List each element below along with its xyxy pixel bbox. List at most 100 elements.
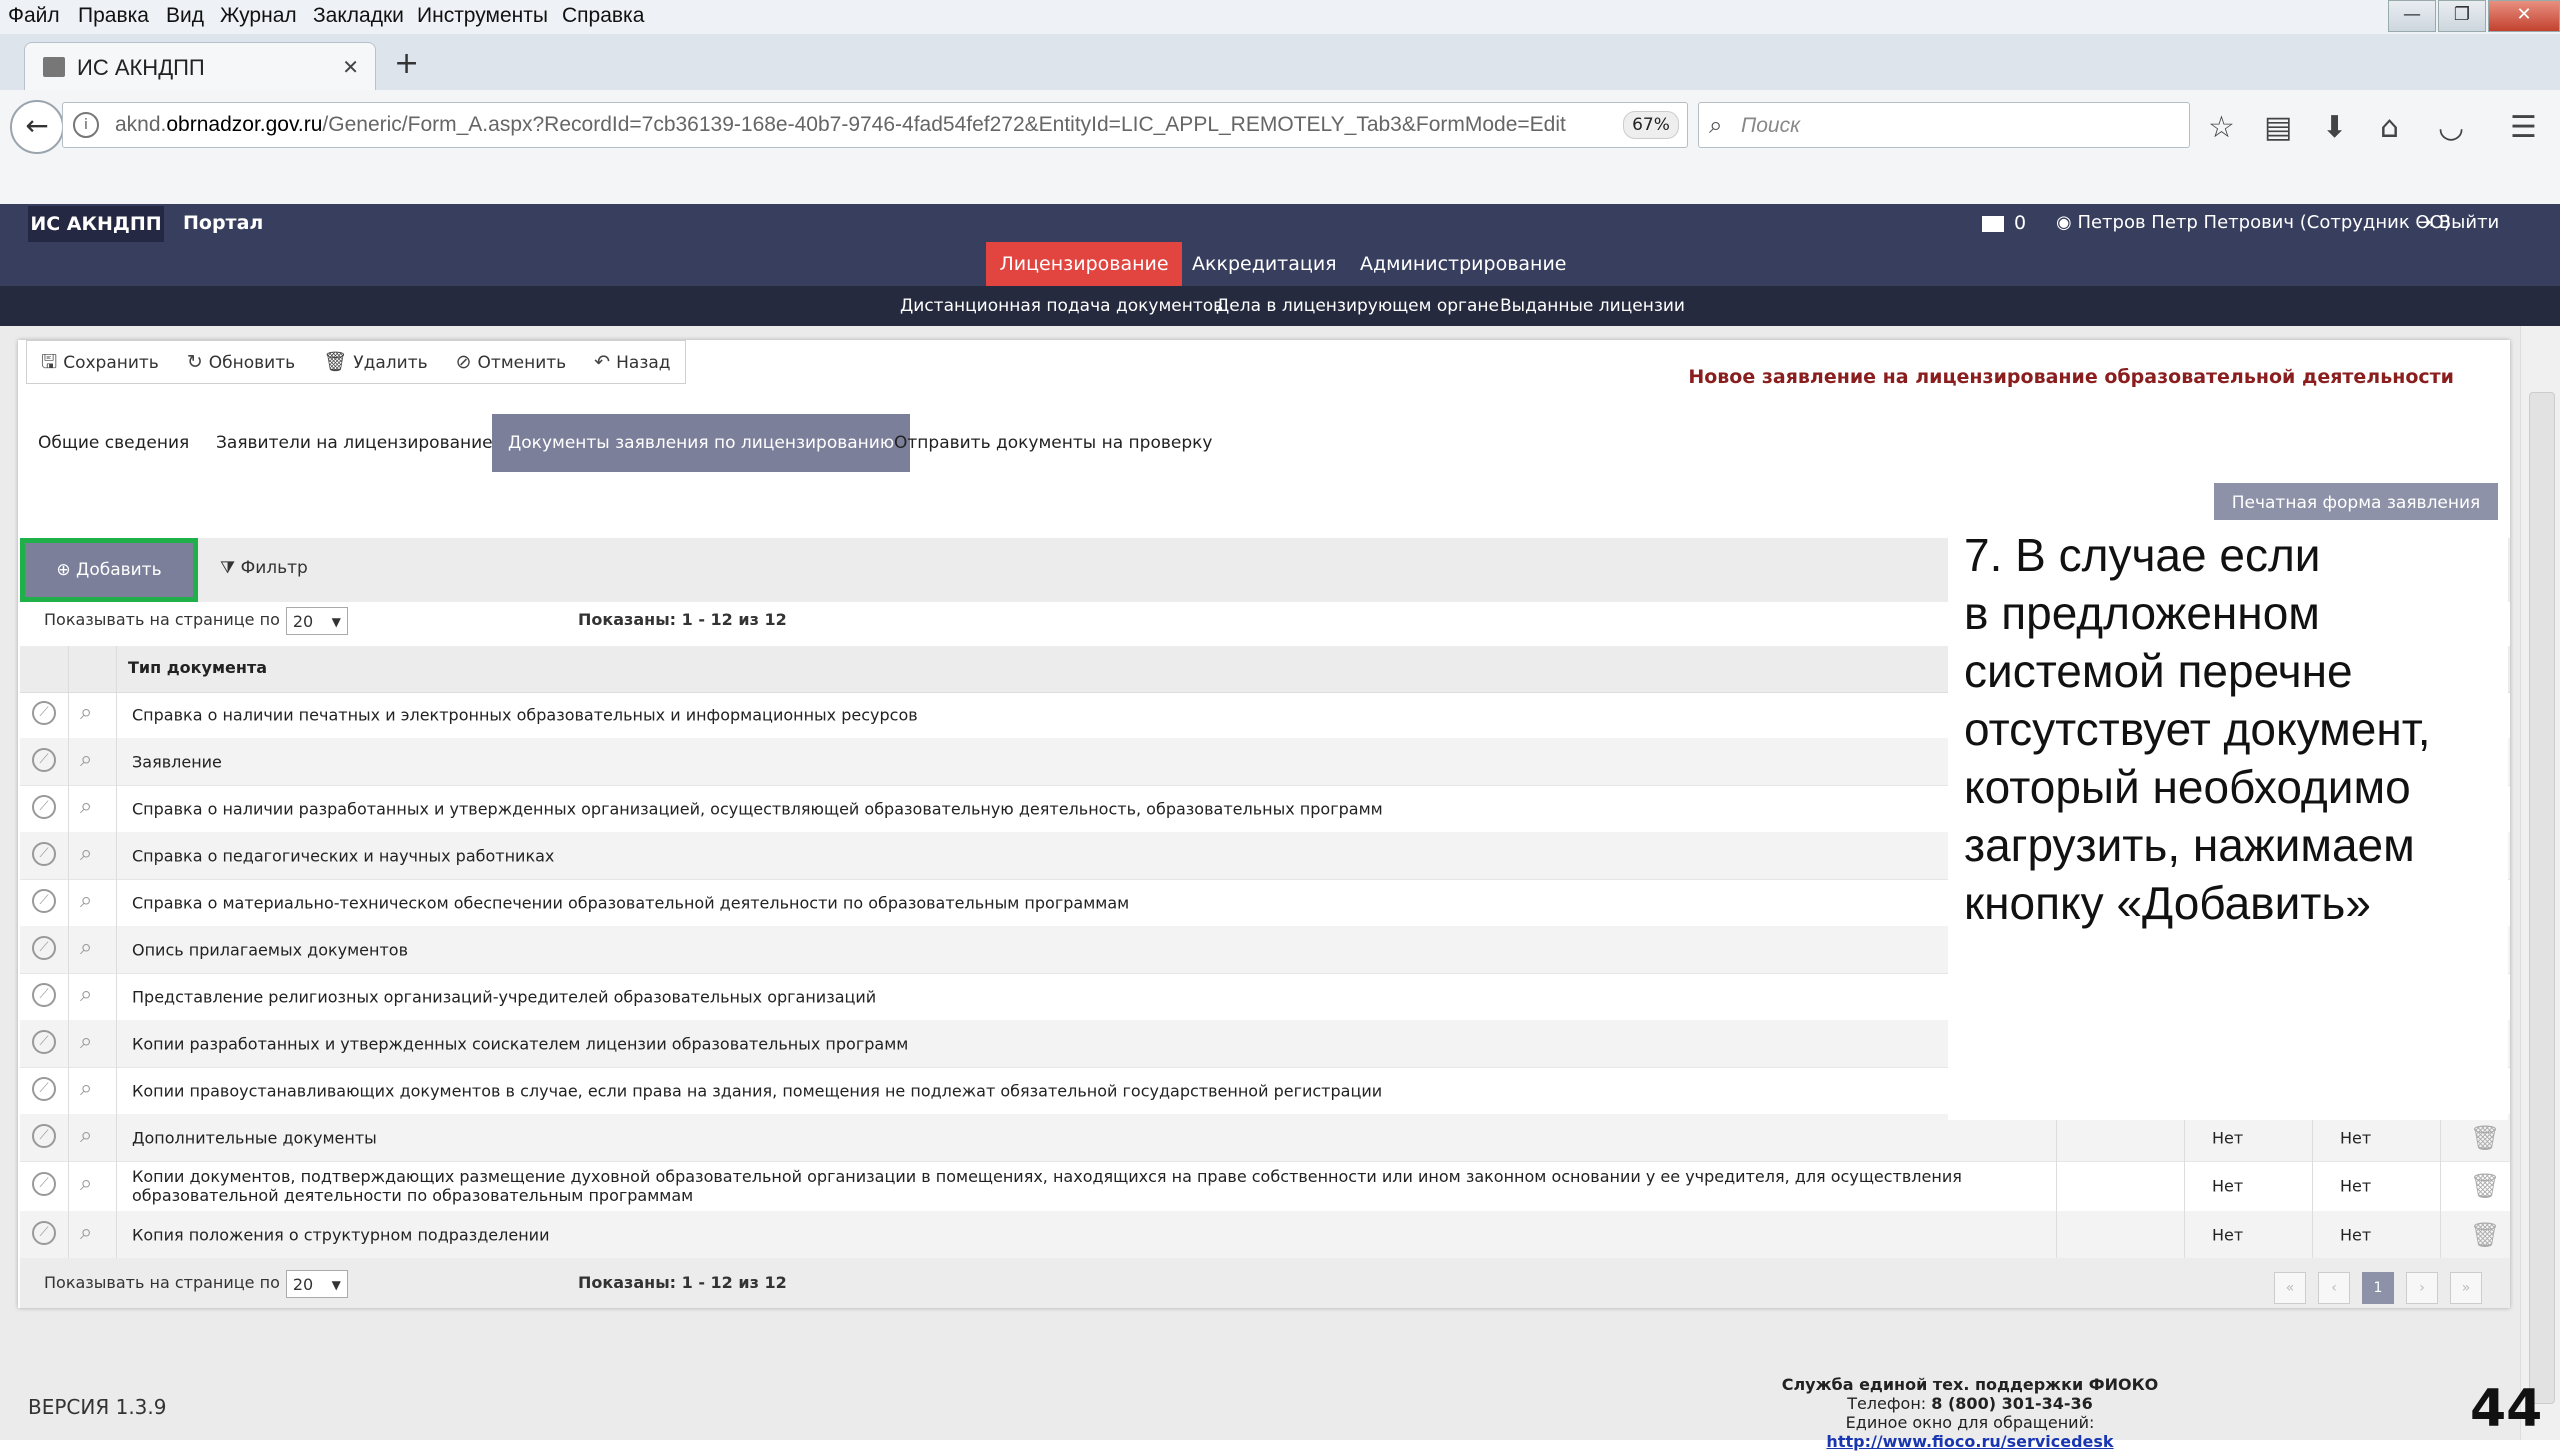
subnav-cases[interactable]: Дела в лицензирующем органе [1216,296,1499,316]
trash-icon[interactable]: 🗑 [2470,1124,2500,1152]
user-icon: ◉ [2056,212,2078,233]
first-page-icon[interactable]: « [2274,1272,2306,1304]
menu-file[interactable]: Файл [8,4,60,28]
undo-icon: ↶ [594,351,611,373]
trash-icon[interactable]: 🗑 [2470,1172,2500,1200]
edit-icon[interactable]: ⟋ [32,1220,56,1245]
save-button[interactable]: 🖫 Сохранить [27,341,173,383]
next-page-icon[interactable]: › [2406,1272,2438,1304]
page-scrollbar[interactable] [2520,326,2560,1440]
shown-count-bottom: Показаны: 1 - 12 из 12 [578,1273,787,1292]
tab-documents[interactable]: Документы заявления по лицензированию [492,414,911,472]
edit-icon[interactable]: ⟋ [32,888,56,913]
table-row[interactable]: ⟋ ⌕ Копии документов, подтверждающих разме… [20,1161,2510,1212]
close-tab-icon[interactable]: ✕ [342,55,359,79]
new-tab-icon[interactable]: + [394,46,419,81]
info-icon[interactable]: i [73,112,99,138]
table-row[interactable]: ⟋ ⌕ Копия положения о структурном подразде… [20,1211,2510,1259]
view-search-icon[interactable]: ⌕ [80,700,92,725]
envelope-icon [1982,215,2004,232]
search-icon: ⌕ [1709,111,1723,139]
edit-icon[interactable]: ⟋ [32,935,56,960]
edit-icon[interactable]: ⟋ [32,1029,56,1054]
view-search-icon[interactable]: ⌕ [80,1029,92,1054]
view-search-icon[interactable]: ⌕ [80,982,92,1007]
add-button[interactable]: ⊕ Добавить [20,538,198,602]
menu-history[interactable]: Журнал [220,4,297,28]
menu-help[interactable]: Справка [562,4,644,28]
nav-licensing[interactable]: Лицензирование [986,242,1182,286]
search-placeholder: Поиск [1741,114,1800,137]
edit-icon[interactable]: ⟋ [32,794,56,819]
logout-button[interactable]: ⇥ Выйти [2418,212,2499,233]
edit-icon[interactable]: ⟋ [32,701,56,725]
user-profile[interactable]: ◉ Петров Петр Петрович (Сотрудник ОО) [2056,212,2451,233]
tab-bar: ИС АКНДПП ✕ + [0,34,2560,91]
trash-icon[interactable]: 🗑 [2470,1221,2500,1249]
table-row[interactable]: ⟋ ⌕ Дополнительные документы Нет Нет 🗑 [20,1114,2510,1162]
view-search-icon[interactable]: ⌕ [80,747,92,772]
cancel-button[interactable]: ⊘ Отменить [442,341,581,383]
reading-list-icon[interactable]: ▤ [2264,110,2292,145]
pocket-icon[interactable]: ◡ [2438,110,2464,145]
nav-administration[interactable]: Администрирование [1360,242,1567,286]
url-bar[interactable]: i aknd.obrnadzor.gov.ru/Generic/Form_A.a… [62,102,1725,148]
view-search-icon[interactable]: ⌕ [80,888,92,913]
page-size-select[interactable]: 20 [285,606,348,636]
view-search-icon[interactable]: ⌕ [80,1123,92,1148]
delete-button[interactable]: 🗑 Удалить [309,341,442,383]
print-form-button[interactable]: Печатная форма заявления [2214,483,2498,523]
tab-general[interactable]: Общие сведения [22,414,205,472]
view-search-icon[interactable]: ⌕ [80,794,92,819]
messages-counter[interactable]: 0 [1982,212,2026,234]
menu-edit[interactable]: Правка [78,4,149,28]
menu-view[interactable]: Вид [166,4,204,28]
view-search-icon[interactable]: ⌕ [80,1076,92,1101]
download-icon[interactable]: ⬇ [2322,110,2347,145]
document-type: Справка о наличии печатных и электронных… [132,705,918,725]
column-document-type[interactable]: Тип документа [128,658,267,677]
minimize-icon[interactable]: — [2388,0,2436,32]
view-search-icon[interactable]: ⌕ [80,1171,92,1196]
browser-tab[interactable]: ИС АКНДПП ✕ [24,42,376,91]
close-window-icon[interactable]: ✕ [2488,0,2560,32]
current-page[interactable]: 1 [2362,1272,2394,1304]
view-search-icon[interactable]: ⌕ [80,841,92,866]
tab-title: ИС АКНДПП [77,55,205,80]
home-icon[interactable]: ⌂ [2380,110,2399,145]
view-search-icon[interactable]: ⌕ [80,935,92,960]
shown-count: Показаны: 1 - 12 из 12 [578,610,787,629]
edit-icon[interactable]: ⟋ [32,1172,56,1196]
refresh-button[interactable]: ↻ Обновить [173,341,309,383]
subnav-issued-licenses[interactable]: Выданные лицензии [1500,296,1685,316]
app-brand[interactable]: ИС АКНДПП [28,206,164,242]
search-input[interactable]: ⌕ Поиск [1698,102,2190,148]
last-page-icon[interactable]: » [2450,1272,2482,1304]
scrollbar-thumb[interactable] [2529,392,2555,1404]
tab-applicants[interactable]: Заявители на лицензирование [200,414,509,472]
menu-tools[interactable]: Инструменты [417,4,548,28]
edit-icon[interactable]: ⟋ [32,1076,56,1101]
tab-send-documents[interactable]: Отправить документы на проверку [878,414,1228,472]
zoom-level[interactable]: 67% [1623,111,1679,139]
support-link[interactable]: http://www.fioco.ru/servicedesk [1826,1432,2113,1451]
subnav-remote-submission[interactable]: Дистанционная подача документов [900,296,1224,329]
back-arrow-icon[interactable]: ← [10,100,64,154]
edit-icon[interactable]: ⟋ [32,982,56,1007]
prev-page-icon[interactable]: ‹ [2318,1272,2350,1304]
menu-bookmarks[interactable]: Закладки [313,4,404,28]
portal-link[interactable]: Портал [183,212,263,234]
edit-icon[interactable]: ⟋ [32,747,56,772]
view-search-icon[interactable]: ⌕ [80,1220,92,1245]
bookmark-star-icon[interactable]: ☆ [2208,110,2235,145]
edit-icon[interactable]: ⟋ [32,841,56,866]
page-size-select-bottom[interactable]: 20 [285,1269,348,1299]
instruction-text: 7. В случае если в предложенном системой… [1964,529,2431,929]
nav-accreditation[interactable]: Аккредитация [1192,242,1337,286]
edit-icon[interactable]: ⟋ [32,1123,56,1148]
hamburger-menu-icon[interactable]: ☰ [2510,110,2537,145]
back-button[interactable]: ↶ Назад [580,341,684,383]
filter-button[interactable]: ⧩ Фильтр [220,558,308,578]
document-type: Копия положения о структурном подразделе… [132,1225,550,1244]
maximize-icon[interactable]: ❐ [2438,0,2486,32]
